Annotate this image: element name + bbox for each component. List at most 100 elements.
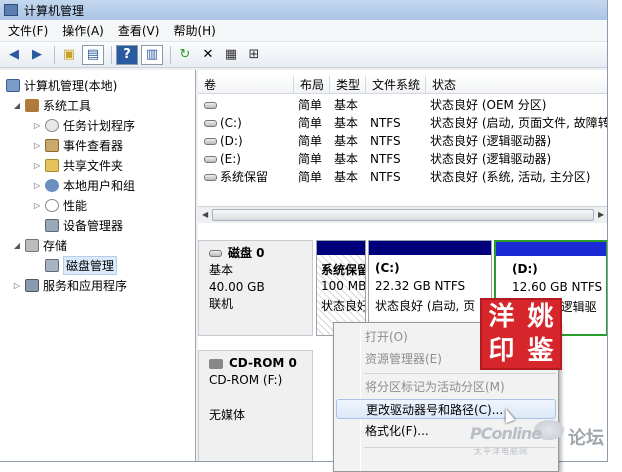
partition-status: (逻辑驱 (556, 300, 597, 314)
tree-item-task-scheduler[interactable]: ▷ 任务计划程序 (32, 116, 135, 134)
volume-type: 基本 (334, 98, 359, 112)
seal-char: 鉴 (527, 336, 554, 366)
expand-arrow-icon[interactable]: ▷ (32, 201, 42, 210)
tree-item-disk-management[interactable]: 磁盘管理 (45, 255, 118, 275)
table-row[interactable]: 系统保留 简单 基本 NTFS 状态良好 (系统, 活动, 主分区) (198, 168, 607, 186)
partition-size: 12.60 GB NTFS (512, 280, 603, 294)
help-icon[interactable]: ? (116, 44, 138, 65)
menu-view[interactable]: 查看(V) (118, 22, 160, 39)
red-seal-stamp: 洋 姚 印 鉴 (480, 298, 562, 370)
scroll-right-icon[interactable]: ▶ (598, 210, 604, 219)
table-row[interactable]: (E:) 简单 基本 NTFS 状态良好 (逻辑驱动器) (198, 150, 607, 168)
column-header-filesystem[interactable]: 文件系统 (366, 76, 426, 94)
volume-list-header: 卷 布局 类型 文件系统 状态 (198, 76, 607, 94)
computer-management-icon (4, 4, 18, 16)
volume-filesystem (368, 96, 426, 114)
device-manager-icon (45, 218, 59, 232)
menu-action[interactable]: 操作(A) (62, 22, 104, 39)
collapse-arrow-icon[interactable]: ◢ (12, 101, 22, 110)
expand-arrow-icon[interactable]: ▷ (32, 181, 42, 190)
hard-disk-icon (209, 250, 222, 257)
volume-icon (204, 120, 217, 127)
scroll-left-icon[interactable]: ◀ (202, 210, 208, 219)
table-row[interactable]: (D:) 简单 基本 NTFS 状态良好 (逻辑驱动器) (198, 132, 607, 150)
menu-help[interactable]: 帮助(H) (173, 22, 215, 39)
tree-item-system-tools[interactable]: ◢ 系统工具 (12, 96, 91, 114)
partition-label: 系统保留 (321, 263, 366, 277)
cdrom-0-info[interactable]: CD-ROM 0 CD-ROM (F:) 无媒体 (198, 350, 313, 461)
column-header-volume[interactable]: 卷 (198, 76, 294, 94)
tree-label: 存储 (43, 238, 68, 253)
scrollbar-thumb[interactable] (212, 209, 594, 221)
export-icon[interactable]: ⊞ (244, 45, 264, 65)
column-header-layout[interactable]: 布局 (294, 76, 330, 94)
disk-0-info[interactable]: 磁盘 0 基本 40.00 GB 联机 (198, 240, 313, 336)
expand-arrow-icon[interactable]: ▷ (32, 141, 42, 150)
volume-status: 状态良好 (系统, 活动, 主分区) (430, 170, 591, 184)
menu-item-change-drive-letter[interactable]: 更改驱动器号和路径(C)... (336, 399, 556, 419)
column-header-status[interactable]: 状态 (426, 76, 607, 94)
cdrom-icon (209, 358, 223, 369)
menu-item-explore[interactable]: 资源管理器(E) (365, 349, 442, 369)
primary-partition-bar (317, 241, 365, 255)
volume-layout: 简单 (298, 116, 323, 130)
tree-label: 本地用户和组 (63, 178, 136, 193)
seal-char: 洋 (488, 302, 515, 332)
expand-arrow-icon[interactable]: ▷ (12, 281, 22, 290)
delete-icon[interactable]: ✕ (198, 45, 218, 65)
title-bar[interactable]: 计算机管理 (0, 0, 607, 20)
table-row[interactable]: 简单 基本 状态良好 (OEM 分区) (198, 96, 607, 114)
properties-icon[interactable]: ▥ (141, 44, 163, 65)
toolbar-separator (170, 45, 171, 64)
toolbar-separator (111, 45, 112, 64)
tree-label: 事件查看器 (63, 138, 124, 153)
volume-name: 系统保留 (220, 170, 269, 184)
volume-layout: 简单 (298, 98, 323, 112)
menu-file[interactable]: 文件(F) (8, 22, 48, 39)
tree-item-device-manager[interactable]: 设备管理器 (45, 216, 123, 234)
tree-label: 共享文件夹 (63, 158, 124, 173)
volume-status: 状态良好 (OEM 分区) (430, 98, 547, 112)
volume-type: 基本 (334, 134, 359, 148)
toolbar-separator (54, 45, 55, 64)
horizontal-scrollbar[interactable]: ◀ ▶ (198, 206, 607, 223)
menu-bar: 文件(F) 操作(A) 查看(V) 帮助(H) (0, 20, 607, 42)
properties-sheet-icon[interactable]: ▦ (221, 45, 241, 65)
volume-type: 基本 (334, 170, 359, 184)
watermark-subtitle: 太平洋电脑网 (474, 447, 528, 456)
show-tree-icon[interactable]: ▤ (82, 44, 104, 65)
volume-status: 状态良好 (逻辑驱动器) (430, 134, 552, 148)
tree-item-storage[interactable]: ◢ 存储 (12, 236, 67, 254)
volume-layout: 简单 (298, 170, 323, 184)
storage-icon (25, 238, 39, 252)
services-icon (25, 278, 39, 292)
collapse-arrow-icon[interactable]: ◢ (12, 241, 22, 250)
watermark-forum: 论坛 (568, 428, 604, 449)
volume-name: (D:) (220, 134, 243, 148)
menu-item-format[interactable]: 格式化(F)... (365, 421, 429, 441)
expand-arrow-icon[interactable]: ▷ (32, 121, 42, 130)
forward-arrow-icon[interactable]: ▶ (27, 45, 47, 65)
tree-item-performance[interactable]: ▷ 性能 (32, 196, 87, 214)
up-folder-icon[interactable]: ▣ (59, 45, 79, 65)
disk-size: 40.00 GB (209, 280, 265, 294)
volume-status: 状态良好 (启动, 页面文件, 故障转 (430, 116, 608, 130)
menu-item-mark-active[interactable]: 将分区标记为活动分区(M) (365, 377, 505, 397)
expand-arrow-icon[interactable]: ▷ (32, 161, 42, 170)
column-header-type[interactable]: 类型 (330, 76, 366, 94)
watermark-brand: PConline (470, 424, 542, 443)
table-row[interactable]: (C:) 简单 基本 NTFS 状态良好 (启动, 页面文件, 故障转 (198, 114, 608, 132)
menu-item-open[interactable]: 打开(O) (365, 327, 408, 347)
refresh-icon[interactable]: ↻ (175, 45, 195, 65)
cdrom-drive: CD-ROM (F:) (209, 373, 283, 387)
seal-char: 姚 (527, 302, 554, 332)
tree-label: 磁盘管理 (63, 255, 118, 275)
tree-item-shared-folders[interactable]: ▷ 共享文件夹 (32, 156, 123, 174)
tree-item-services-apps[interactable]: ▷ 服务和应用程序 (12, 276, 127, 294)
back-arrow-icon[interactable]: ◀ (4, 45, 24, 65)
tree-item-event-viewer[interactable]: ▷ 事件查看器 (32, 136, 123, 154)
partition-label: (C:) (375, 261, 400, 275)
volume-name: (C:) (220, 116, 242, 130)
tree-item-local-users[interactable]: ▷ 本地用户和组 (32, 176, 135, 194)
tree-item-computer-management[interactable]: 计算机管理(本地) (6, 76, 117, 94)
